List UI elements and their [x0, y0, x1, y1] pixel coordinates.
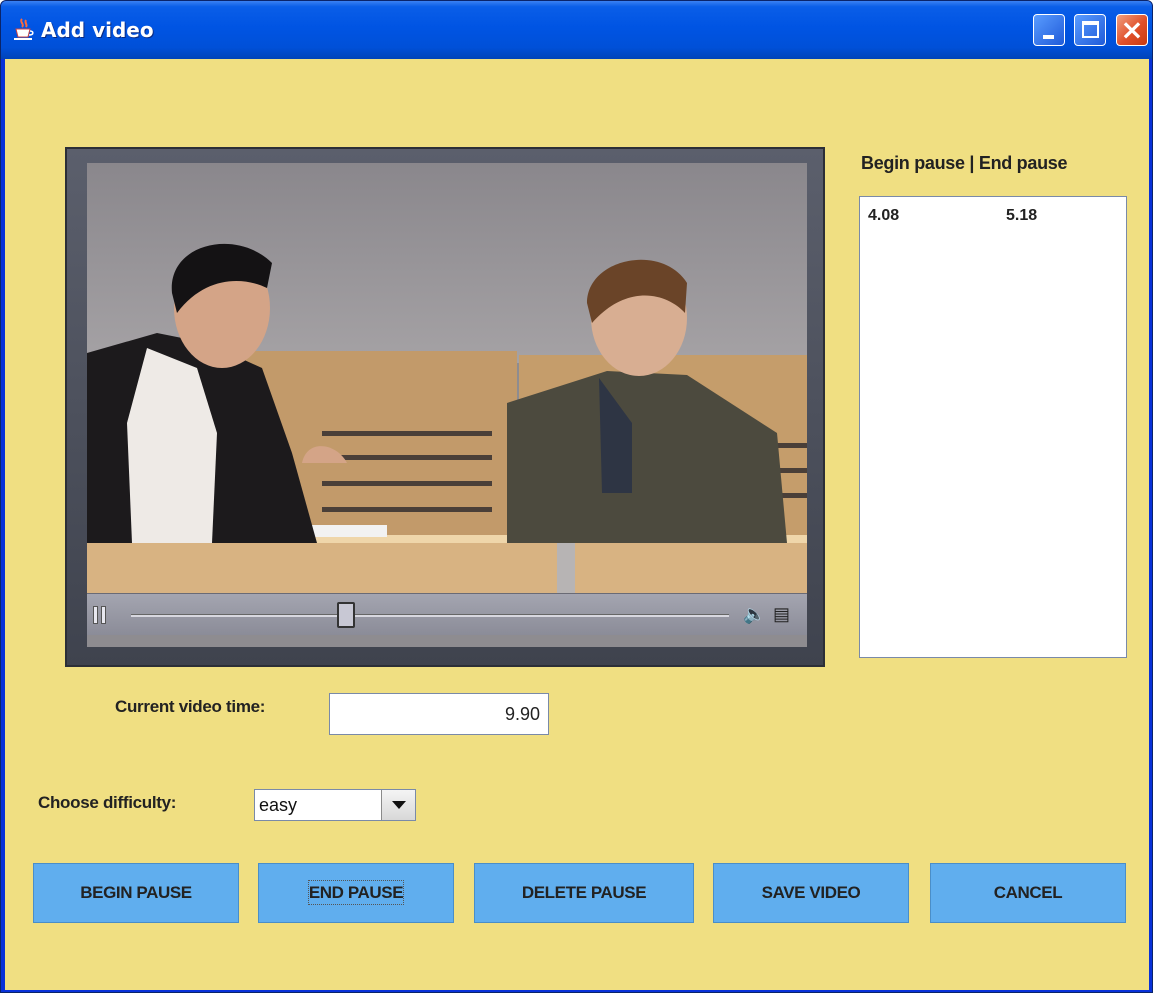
- begin-pause-button[interactable]: BEGIN PAUSE: [33, 863, 239, 923]
- maximize-button[interactable]: [1074, 14, 1106, 46]
- java-cup-icon: [14, 18, 34, 40]
- video-player: 🔈 ▤: [65, 147, 825, 667]
- minimize-icon: [1043, 35, 1054, 39]
- cancel-button[interactable]: CANCEL: [930, 863, 1126, 923]
- cancel-label: CANCEL: [993, 883, 1063, 902]
- video-frame-image: [87, 163, 807, 593]
- difficulty-value: easy: [259, 795, 298, 815]
- title-bar[interactable]: Add video ×: [1, 1, 1152, 59]
- video-viewport: 🔈 ▤: [87, 163, 807, 647]
- save-video-button[interactable]: SAVE VIDEO: [713, 863, 909, 923]
- delete-pause-button[interactable]: DELETE PAUSE: [474, 863, 694, 923]
- end-pause-button[interactable]: END PAUSE: [258, 863, 454, 923]
- add-video-window: Add video × 🔈 ▤ Begin pause | End pause …: [0, 0, 1153, 993]
- end-pause-label: END PAUSE: [307, 880, 405, 905]
- save-video-label: SAVE VIDEO: [761, 883, 861, 902]
- seek-thumb[interactable]: [337, 602, 356, 628]
- close-icon: ×: [1120, 13, 1144, 46]
- pause-list-header: Begin pause | End pause: [861, 153, 1068, 173]
- volume-icon[interactable]: 🔈: [743, 604, 765, 626]
- pause-icon[interactable]: [93, 606, 107, 624]
- close-button[interactable]: ×: [1116, 14, 1148, 46]
- maximize-icon: [1082, 21, 1099, 38]
- begin-pause-label: BEGIN PAUSE: [80, 883, 192, 902]
- end-pause-value: 5.18: [1006, 207, 1038, 224]
- difficulty-label: Choose difficulty:: [38, 793, 177, 812]
- pause-list[interactable]: 4.08 5.18: [859, 196, 1127, 658]
- minimize-button[interactable]: [1033, 14, 1065, 46]
- film-menu-icon[interactable]: ▤: [773, 604, 795, 626]
- current-time-label: Current video time:: [115, 697, 266, 716]
- difficulty-select[interactable]: easy: [254, 789, 416, 821]
- chevron-down-icon[interactable]: [381, 790, 415, 820]
- video-controls: 🔈 ▤: [87, 593, 807, 635]
- window-title: Add video: [41, 18, 154, 42]
- delete-pause-label: DELETE PAUSE: [521, 883, 647, 902]
- dialog-content: 🔈 ▤ Begin pause | End pause 4.08 5.18 Cu…: [5, 59, 1149, 990]
- current-time-field[interactable]: 9.90: [329, 693, 549, 735]
- begin-pause-value: 4.08: [868, 207, 900, 224]
- seek-track[interactable]: [131, 614, 729, 617]
